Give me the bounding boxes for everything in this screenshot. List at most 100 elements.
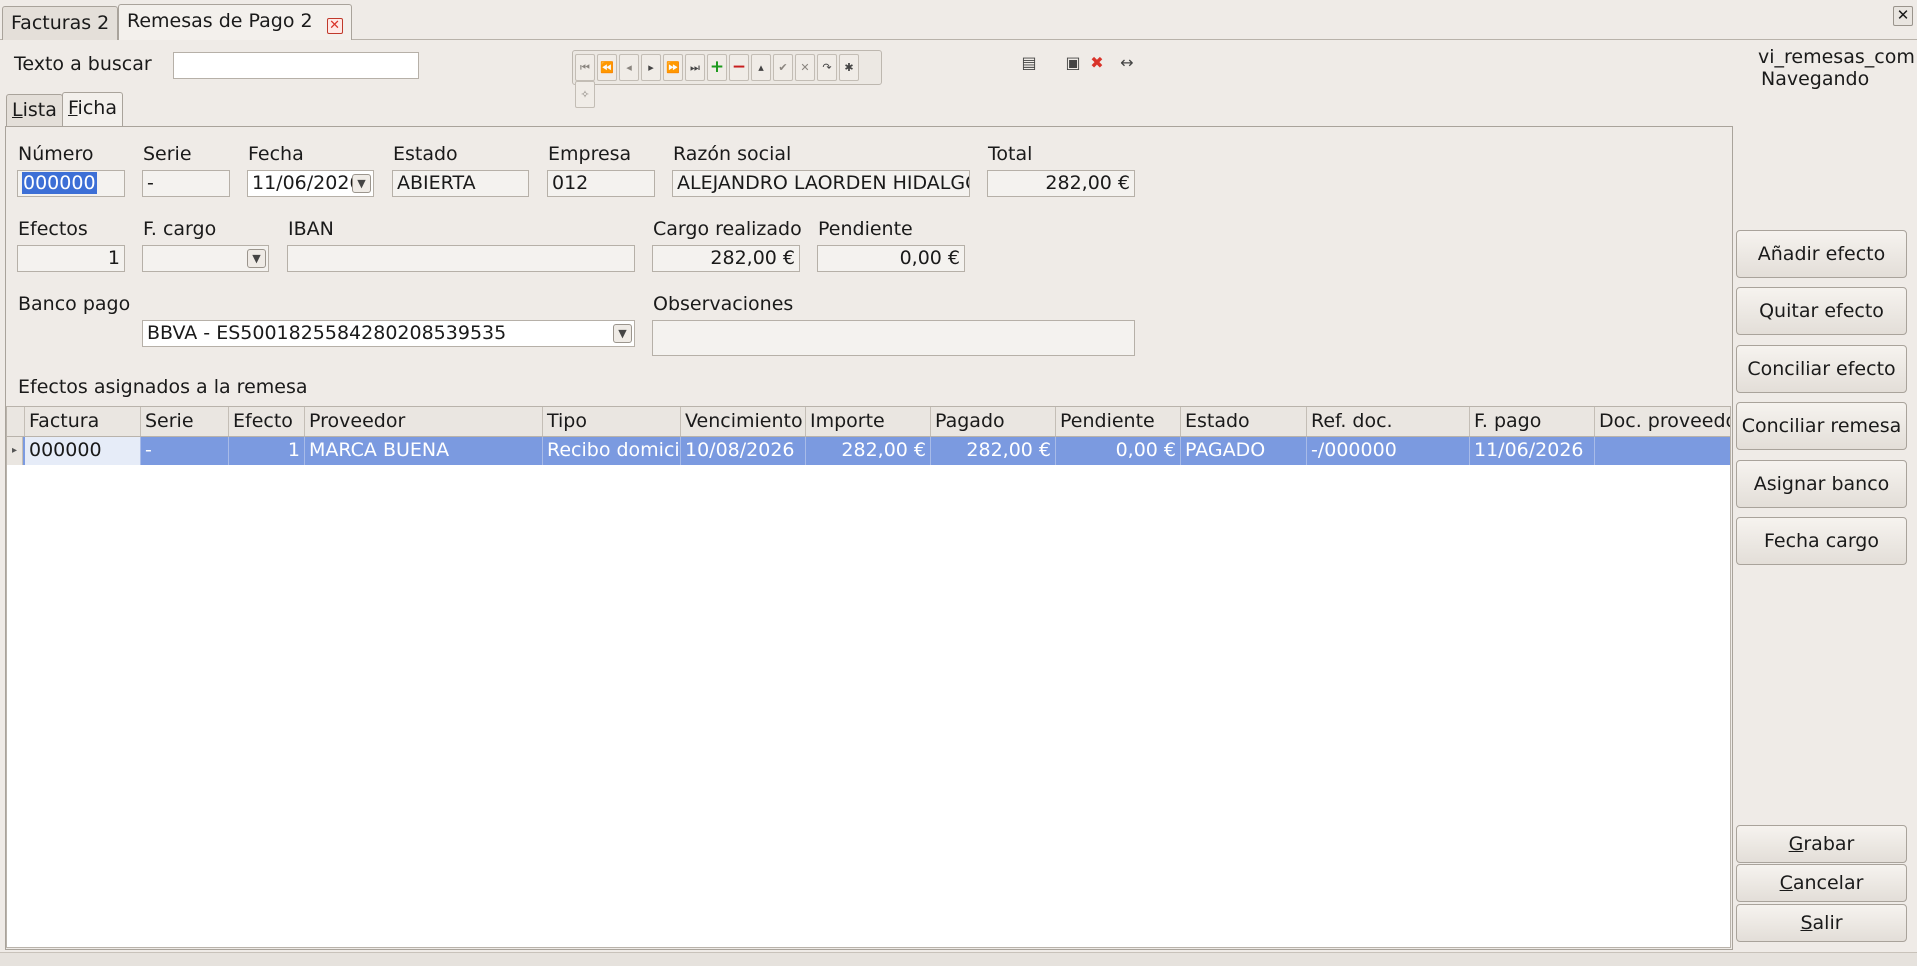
serie-field[interactable]: - bbox=[142, 170, 230, 197]
tab-ficha-label: icha bbox=[77, 97, 117, 119]
banco-pago-select[interactable]: BBVA - ES5001825584280208539535 ▼ bbox=[142, 320, 635, 347]
reconcile-remittance-button[interactable]: Conciliar remesa bbox=[1736, 402, 1907, 450]
table-row[interactable]: ▸ 000000 - 1 MARCA BUENA Recibo domicili… bbox=[7, 437, 1730, 465]
observaciones-field[interactable] bbox=[652, 320, 1135, 356]
edit-record-icon[interactable]: ▴ bbox=[751, 54, 771, 81]
cell-importe[interactable]: 282,00 € bbox=[806, 437, 931, 465]
copy-record-icon[interactable]: ✱ bbox=[839, 54, 859, 81]
resize-icon[interactable]: ↔ bbox=[1116, 53, 1138, 75]
cell-efecto[interactable]: 1 bbox=[229, 437, 305, 465]
iban-label: IBAN bbox=[288, 218, 334, 240]
exit-button[interactable]: Salir bbox=[1736, 904, 1907, 942]
assign-bank-button[interactable]: Asignar banco bbox=[1736, 460, 1907, 508]
cancel-icon[interactable]: ✕ bbox=[795, 54, 815, 81]
cell-ref-doc[interactable]: -/000000 bbox=[1307, 437, 1470, 465]
column-header[interactable]: Importe bbox=[806, 407, 931, 436]
table-title: Efectos asignados a la remesa bbox=[18, 376, 308, 398]
cell-proveedor[interactable]: MARCA BUENA bbox=[305, 437, 543, 465]
banco-pago-value: BBVA - ES5001825584280208539535 bbox=[147, 322, 507, 344]
empresa-field[interactable]: 012 bbox=[547, 170, 655, 197]
column-header[interactable]: Serie bbox=[141, 407, 229, 436]
column-header[interactable]: Tipo bbox=[543, 407, 681, 436]
fecha-value: 11/06/2026 bbox=[252, 172, 362, 194]
column-header[interactable]: Estado bbox=[1181, 407, 1307, 436]
cancel-mnemonic: C bbox=[1779, 872, 1793, 894]
status-bar bbox=[0, 952, 1917, 966]
tab-ficha-mnemonic: F bbox=[68, 97, 78, 119]
save-view-icon[interactable]: ▣ bbox=[1062, 53, 1084, 75]
print-icon[interactable]: ▤ bbox=[1018, 53, 1040, 75]
column-header[interactable]: Pagado bbox=[931, 407, 1056, 436]
first-record-icon[interactable]: ⏮ bbox=[575, 54, 595, 81]
column-header[interactable]: Pendiente bbox=[1056, 407, 1181, 436]
column-header[interactable]: Ref. doc. bbox=[1307, 407, 1470, 436]
previous-record-icon[interactable]: ◂ bbox=[619, 54, 639, 81]
last-record-icon[interactable]: ⏭ bbox=[685, 54, 705, 81]
cell-tipo[interactable]: Recibo domiciliado bbox=[543, 437, 681, 465]
cell-estado[interactable]: PAGADO bbox=[1181, 437, 1307, 465]
exit-label: alir bbox=[1812, 912, 1843, 934]
cell-f-pago[interactable]: 11/06/2026 bbox=[1470, 437, 1595, 465]
efectos-field[interactable]: 1 bbox=[17, 245, 125, 272]
cell-pagado[interactable]: 282,00 € bbox=[931, 437, 1056, 465]
close-icon[interactable]: ✕ bbox=[326, 18, 343, 34]
delete-record-icon[interactable]: − bbox=[729, 54, 749, 81]
f-cargo-field[interactable]: ▼ bbox=[142, 245, 269, 272]
cell-doc-proveedor[interactable] bbox=[1595, 437, 1730, 465]
doc-tab-remesas[interactable]: Remesas de Pago 2 ✕ bbox=[118, 4, 352, 40]
cell-vencimiento[interactable]: 10/08/2026 bbox=[681, 437, 806, 465]
next-page-icon[interactable]: ⏩ bbox=[663, 54, 683, 81]
accept-icon[interactable]: ✔ bbox=[773, 54, 793, 81]
column-header[interactable]: Doc. proveedor bbox=[1595, 407, 1730, 436]
column-header[interactable]: Vencimiento bbox=[681, 407, 806, 436]
tab-ficha[interactable]: Ficha bbox=[62, 92, 123, 127]
total-field[interactable]: 282,00 € bbox=[987, 170, 1135, 197]
tab-lista[interactable]: Lista bbox=[6, 94, 63, 126]
iban-field[interactable] bbox=[287, 245, 635, 272]
cell-serie[interactable]: - bbox=[141, 437, 229, 465]
reconcile-effect-button[interactable]: Conciliar efecto bbox=[1736, 345, 1907, 393]
previous-page-icon[interactable]: ⏪ bbox=[597, 54, 617, 81]
search-input[interactable] bbox=[173, 52, 419, 79]
razon-social-label: Razón social bbox=[673, 143, 792, 165]
cell-pendiente[interactable]: 0,00 € bbox=[1056, 437, 1181, 465]
total-label: Total bbox=[988, 143, 1033, 165]
doc-tab-facturas[interactable]: Facturas 2 bbox=[2, 6, 119, 40]
add-record-icon[interactable]: + bbox=[707, 54, 727, 81]
cargo-realizado-field[interactable]: 282,00 € bbox=[652, 245, 800, 272]
current-row-icon: ▸ bbox=[7, 437, 23, 465]
column-header[interactable]: F. pago bbox=[1470, 407, 1595, 436]
charge-date-button[interactable]: Fecha cargo bbox=[1736, 517, 1907, 565]
cell-factura[interactable]: 000000 bbox=[25, 437, 141, 465]
razon-social-field[interactable]: ALEJANDRO LAORDEN HIDALGO bbox=[672, 170, 970, 197]
chevron-down-icon[interactable]: ▼ bbox=[247, 249, 266, 268]
f-cargo-label: F. cargo bbox=[143, 218, 217, 240]
pendiente-field[interactable]: 0,00 € bbox=[817, 245, 965, 272]
fecha-field[interactable]: 11/06/2026 ▼ bbox=[247, 170, 374, 197]
search-label: Texto a buscar bbox=[14, 53, 152, 75]
remove-effect-button[interactable]: Quitar efecto bbox=[1736, 287, 1907, 335]
refresh-icon[interactable]: ↷ bbox=[817, 54, 837, 81]
chevron-down-icon[interactable]: ▼ bbox=[352, 174, 371, 193]
save-button[interactable]: Grabar bbox=[1736, 825, 1907, 863]
cancel-button[interactable]: Cancelar bbox=[1736, 864, 1907, 902]
empresa-label: Empresa bbox=[548, 143, 632, 165]
estado-label: Estado bbox=[393, 143, 458, 165]
next-record-icon[interactable]: ▸ bbox=[641, 54, 661, 81]
estado-field[interactable]: ABIERTA bbox=[392, 170, 529, 197]
mode-status: Navegando bbox=[1761, 68, 1870, 90]
add-effect-button[interactable]: Añadir efecto bbox=[1736, 230, 1907, 278]
column-header[interactable]: Efecto bbox=[229, 407, 305, 436]
paste-record-icon[interactable]: ✧ bbox=[575, 81, 595, 108]
column-header[interactable]: Proveedor bbox=[305, 407, 543, 436]
cancel-label: ancelar bbox=[1792, 872, 1864, 894]
close-window-icon[interactable]: ✕ bbox=[1893, 6, 1913, 26]
remove-view-icon[interactable]: ✖ bbox=[1086, 53, 1108, 75]
column-header[interactable]: Factura bbox=[25, 407, 141, 436]
tab-lista-label: ista bbox=[22, 99, 57, 121]
doc-tab-label: Remesas de Pago 2 bbox=[127, 10, 313, 32]
serie-label: Serie bbox=[143, 143, 192, 165]
chevron-down-icon[interactable]: ▼ bbox=[613, 324, 632, 343]
numero-field[interactable]: 000000 bbox=[17, 170, 125, 197]
table-header: Factura Serie Efecto Proveedor Tipo Venc… bbox=[7, 407, 1730, 437]
